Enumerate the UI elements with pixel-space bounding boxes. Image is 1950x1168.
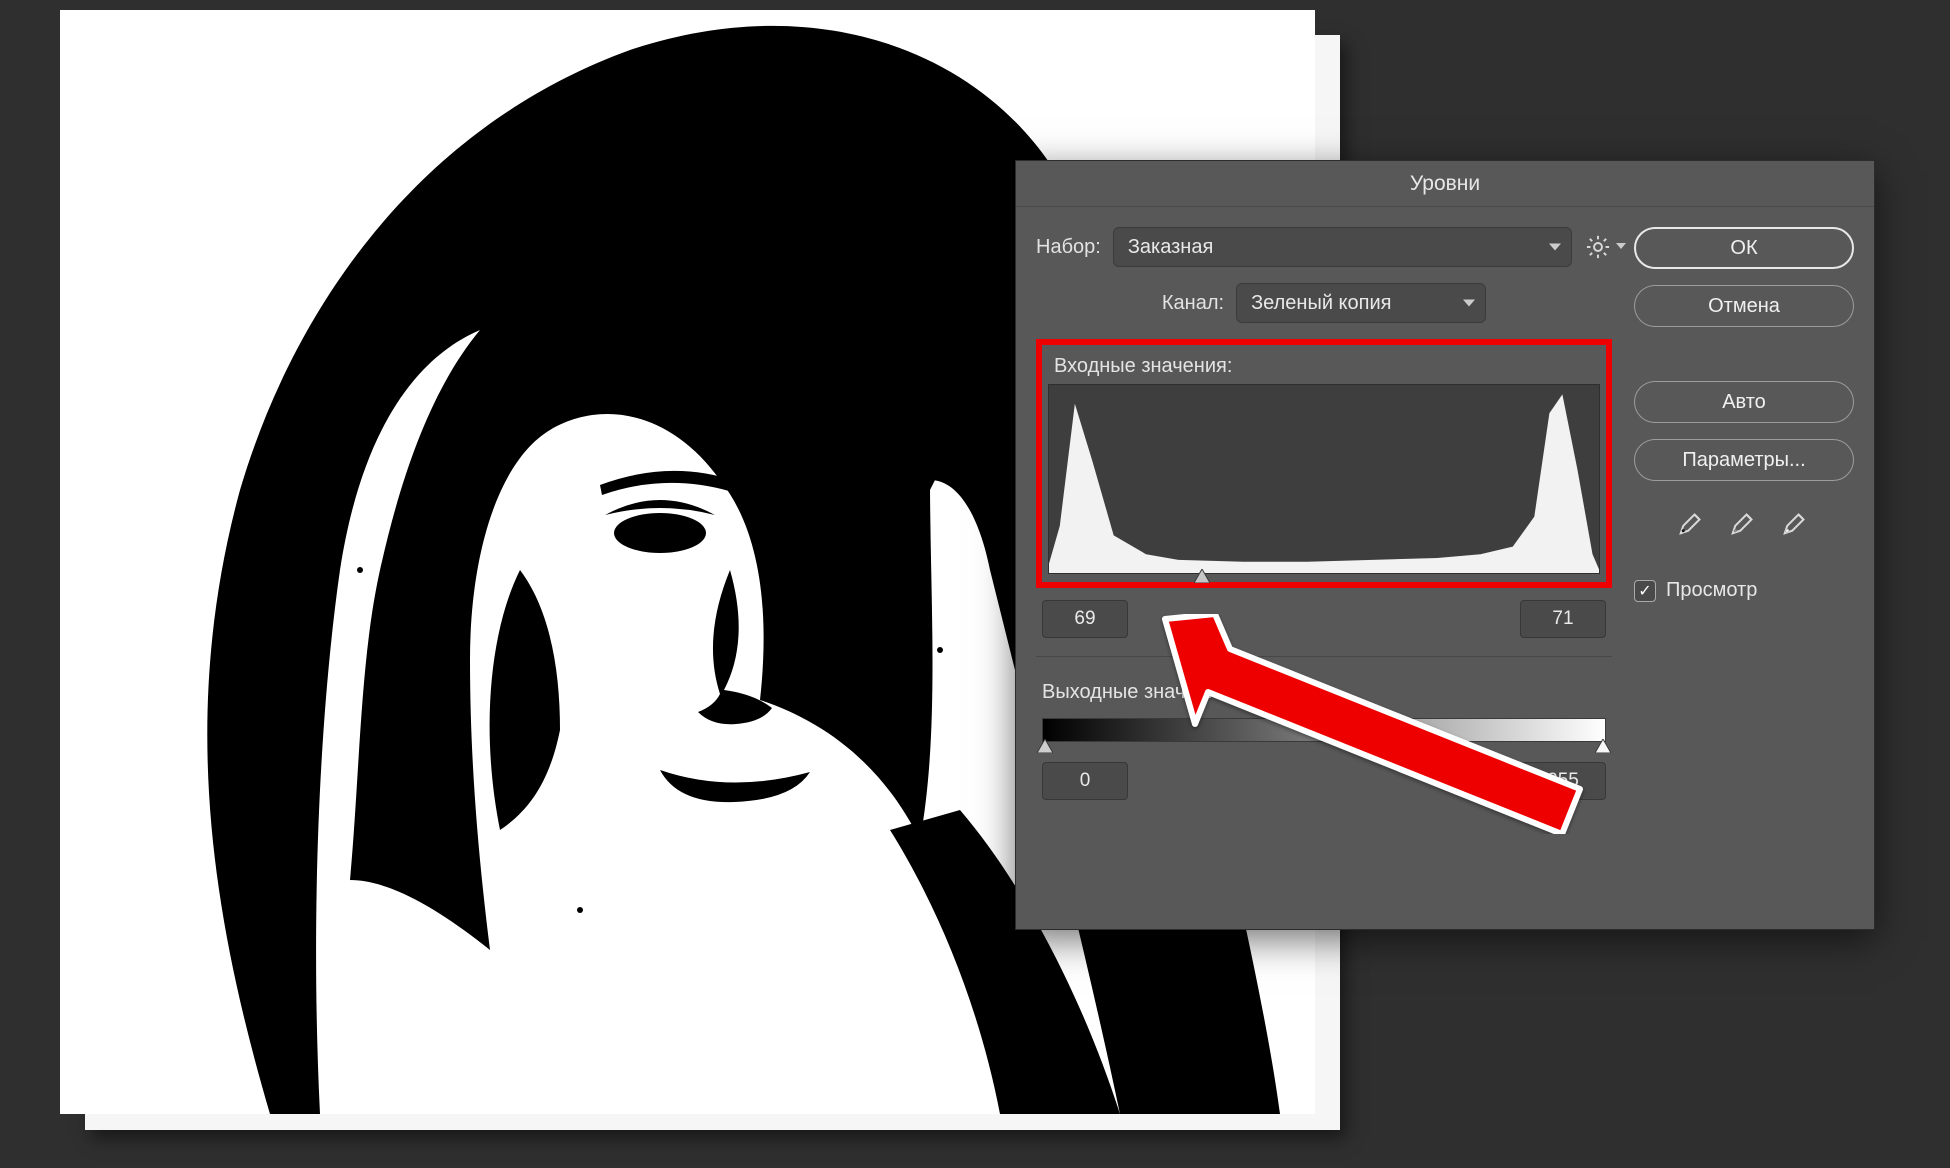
levels-dialog: Уровни Набор: Заказная Канал: Зеленый ко… <box>1015 160 1875 930</box>
eyedropper-black-icon[interactable] <box>1677 507 1707 543</box>
ok-button[interactable]: ОК <box>1634 227 1854 269</box>
dialog-title: Уровни <box>1016 161 1874 207</box>
chevron-down-icon <box>1549 244 1561 251</box>
input-slider-track[interactable] <box>1054 578 1594 582</box>
output-highlight-field[interactable]: 255 <box>1520 762 1606 800</box>
eyedropper-white-icon[interactable] <box>1781 507 1811 543</box>
preset-menu-button[interactable] <box>1584 233 1612 261</box>
gear-icon <box>1584 233 1612 261</box>
output-highlight-slider[interactable] <box>1595 739 1611 753</box>
output-shadow-field[interactable]: 0 <box>1042 762 1128 800</box>
input-highlight-field[interactable]: 71 <box>1520 600 1606 638</box>
auto-button[interactable]: Авто <box>1634 381 1854 423</box>
preview-label: Просмотр <box>1666 579 1757 602</box>
histogram <box>1048 384 1600 574</box>
output-levels-label: Выходные значения: <box>1042 681 1612 704</box>
input-gamma-slider[interactable] <box>1194 569 1210 583</box>
channel-label: Канал: <box>1162 292 1224 315</box>
output-shadow-slider[interactable] <box>1037 739 1053 753</box>
divider <box>1036 656 1612 657</box>
preset-label: Набор: <box>1036 236 1101 259</box>
input-levels-highlight: Входные значения: <box>1036 339 1612 588</box>
output-gradient[interactable] <box>1042 718 1606 742</box>
input-shadow-field[interactable]: 69 <box>1042 600 1128 638</box>
channel-value: Зеленый копия <box>1251 292 1391 315</box>
options-button[interactable]: Параметры... <box>1634 439 1854 481</box>
preset-value: Заказная <box>1128 236 1213 259</box>
dialog-title-text: Уровни <box>1410 172 1480 196</box>
channel-select[interactable]: Зеленый копия <box>1236 283 1486 323</box>
cancel-button[interactable]: Отмена <box>1634 285 1854 327</box>
eyedropper-gray-icon[interactable] <box>1729 507 1759 543</box>
preview-checkbox[interactable]: ✓ <box>1634 580 1656 602</box>
preset-select[interactable]: Заказная <box>1113 227 1572 267</box>
chevron-down-icon <box>1616 243 1626 249</box>
histogram-svg <box>1049 385 1599 573</box>
chevron-down-icon <box>1463 300 1475 307</box>
input-levels-label: Входные значения: <box>1054 355 1600 378</box>
